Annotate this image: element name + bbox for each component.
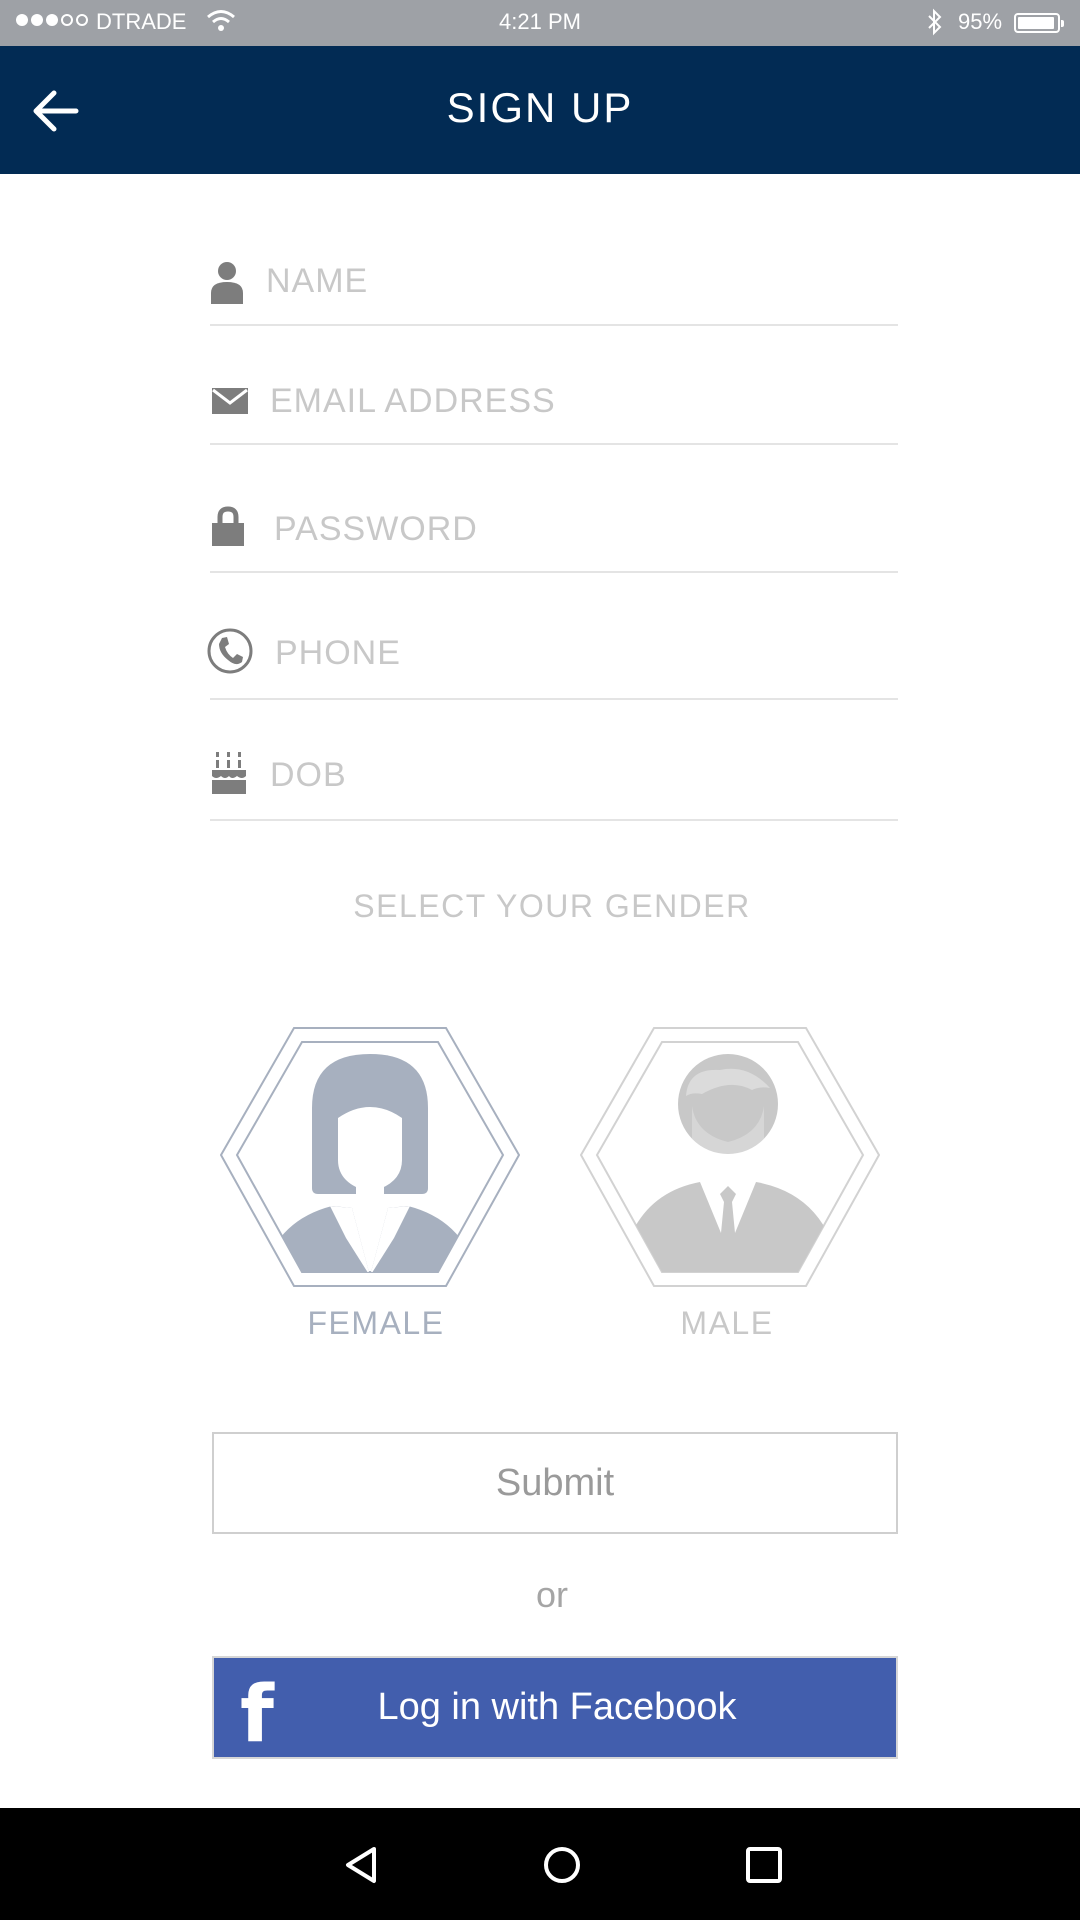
facebook-login-label: Log in with Facebook bbox=[377, 1686, 737, 1728]
header-bar: SIGN UP bbox=[0, 46, 1080, 174]
page-title: SIGN UP bbox=[446, 84, 634, 131]
dob-placeholder: DOB bbox=[270, 756, 347, 794]
battery-percent: 95% bbox=[958, 9, 1003, 34]
facebook-login-button[interactable]: f Log in with Facebook bbox=[212, 1656, 898, 1760]
nav-back-button[interactable] bbox=[342, 1845, 382, 1885]
gender-label: SELECT YOUR GENDER bbox=[353, 888, 751, 924]
lock-icon bbox=[212, 506, 244, 546]
cake-icon bbox=[212, 752, 246, 794]
email-field[interactable]: EMAIL ADDRESS bbox=[210, 372, 898, 445]
battery-fill bbox=[1018, 17, 1054, 29]
name-placeholder: NAME bbox=[266, 262, 369, 300]
system-nav-bar bbox=[0, 1808, 1080, 1920]
submit-button[interactable]: Submit bbox=[212, 1432, 898, 1534]
gender-female-option[interactable] bbox=[219, 1026, 521, 1288]
gender-male-option[interactable] bbox=[579, 1026, 881, 1288]
gender-female-label: FEMALE bbox=[307, 1305, 445, 1341]
or-divider-text: or bbox=[535, 1574, 568, 1615]
male-avatar-icon bbox=[579, 1027, 881, 1287]
phone-field[interactable]: PHONE bbox=[207, 624, 898, 700]
status-bar: DTRADE 4:21 PM 95% bbox=[0, 0, 1080, 46]
bluetooth-icon bbox=[924, 8, 946, 42]
password-field[interactable]: PASSWORD bbox=[210, 500, 898, 573]
envelope-icon bbox=[212, 388, 248, 414]
person-icon bbox=[211, 262, 243, 304]
nav-recents-button[interactable] bbox=[744, 1845, 784, 1885]
nav-home-icon bbox=[544, 1847, 580, 1883]
phone-icon bbox=[207, 628, 253, 674]
nav-back-icon bbox=[346, 1847, 376, 1883]
phone-placeholder: PHONE bbox=[275, 634, 401, 672]
female-avatar-icon bbox=[219, 1027, 521, 1287]
dob-field[interactable]: DOB bbox=[210, 744, 898, 821]
clock: 4:21 PM bbox=[499, 9, 581, 34]
nav-home-button[interactable] bbox=[542, 1845, 582, 1885]
password-placeholder: PASSWORD bbox=[274, 510, 478, 548]
email-placeholder: EMAIL ADDRESS bbox=[270, 382, 556, 420]
nav-recents-icon bbox=[746, 1847, 782, 1883]
name-field[interactable]: NAME bbox=[210, 252, 898, 326]
gender-male-label: MALE bbox=[680, 1305, 774, 1341]
battery-icon bbox=[1014, 13, 1064, 33]
